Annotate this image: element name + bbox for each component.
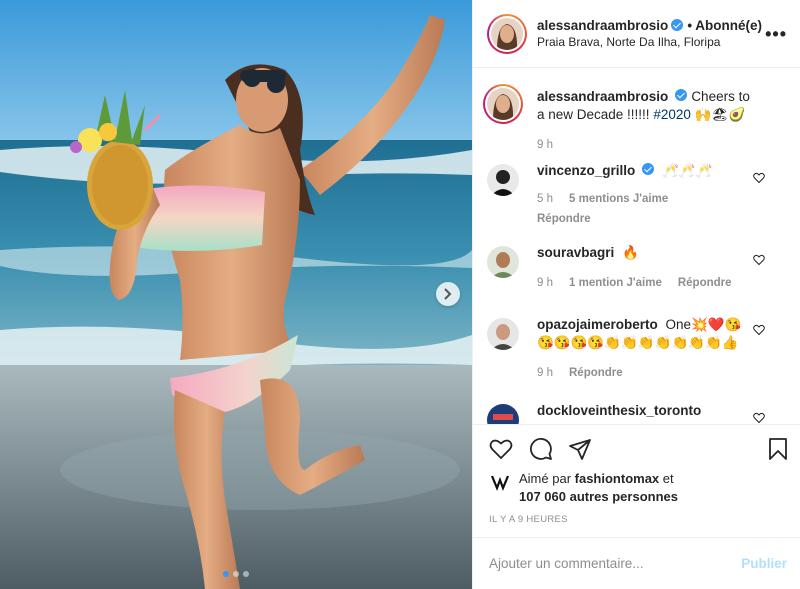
heart-icon[interactable] (753, 172, 765, 184)
liked-by-prefix: Aimé par (519, 471, 575, 486)
instagram-post-view: alessandraambrosio • Abonné(e) Praia Bra… (0, 0, 800, 589)
liked-by-suffix: et (659, 471, 674, 486)
comment-author[interactable]: opazojaimeroberto (537, 317, 658, 332)
comments-list[interactable]: alessandraambrosio Cheers to a new Decade… (473, 82, 800, 424)
comment-author[interactable]: vincenzo_grillo (537, 163, 635, 178)
beach-photo (0, 0, 472, 589)
heart-icon[interactable] (753, 254, 765, 266)
caption-row: alessandraambrosio Cheers to a new Decade… (483, 84, 787, 154)
avatar (487, 88, 519, 120)
reply-button[interactable]: Répondre (569, 364, 623, 382)
verified-icon (675, 89, 688, 101)
more-options-icon[interactable]: ••• (765, 24, 787, 45)
post-photo[interactable] (0, 0, 472, 589)
action-bar (473, 424, 800, 472)
avatar[interactable] (487, 246, 519, 278)
share-icon[interactable] (568, 437, 592, 461)
carousel-dot (233, 571, 239, 577)
carousel-dots (0, 571, 472, 577)
heart-icon[interactable] (753, 412, 765, 424)
heart-icon[interactable] (489, 437, 513, 461)
caption-hashtag[interactable]: #2020 (653, 107, 691, 122)
bookmark-icon[interactable] (767, 437, 789, 461)
caption-time[interactable]: 9 h (537, 136, 553, 154)
verified-icon (642, 163, 655, 175)
caption-emoji: 🙌🏖🥑 (694, 107, 746, 122)
verified-icon (671, 19, 684, 31)
avatar[interactable] (489, 471, 511, 493)
chevron-right-icon (444, 288, 452, 300)
author-username[interactable]: alessandraambrosio (537, 17, 668, 34)
post-side-panel: alessandraambrosio • Abonné(e) Praia Bra… (472, 0, 800, 589)
comment-time[interactable]: 9 h (537, 364, 553, 382)
comment-text: 🔥 (622, 245, 639, 260)
comment-icon[interactable] (529, 437, 553, 461)
comment-row: souravbagri 🔥 9 h 1 mention J'aime Répon… (487, 244, 787, 292)
reply-button[interactable]: Répondre (537, 210, 591, 228)
reply-button[interactable]: Répondre (678, 274, 732, 292)
story-ring[interactable] (487, 13, 527, 54)
comment-row: vincenzo_grillo 🥂🥂🥂 5 h 5 mentions J'aim… (487, 162, 787, 228)
carousel-dot-active (223, 571, 229, 577)
comment-likes[interactable]: 5 mentions J'aime (569, 190, 668, 208)
comment-row: dockloveinthesix_toronto (487, 402, 787, 424)
avatar[interactable] (487, 404, 519, 424)
story-ring[interactable] (483, 84, 523, 124)
carousel-dot (243, 571, 249, 577)
comment-author[interactable]: dockloveinthesix_toronto (537, 403, 701, 418)
publish-button[interactable]: Publier (741, 556, 787, 571)
post-location[interactable]: Praia Brava, Norte Da Ilha, Floripa (537, 34, 762, 51)
comment-text: 🥂🥂🥂 (662, 163, 713, 178)
caption-author[interactable]: alessandraambrosio (537, 89, 668, 104)
comment-time[interactable]: 5 h (537, 190, 553, 208)
avatar (491, 17, 523, 50)
next-photo-button[interactable] (436, 282, 460, 306)
likes-summary: Aimé par fashiontomax et 107 060 autres … (489, 470, 678, 506)
comment-author[interactable]: souravbagri (537, 245, 614, 260)
comment-likes[interactable]: 1 mention J'aime (569, 274, 662, 292)
add-comment-bar: Publier (473, 537, 800, 589)
follow-status[interactable]: • Abonné(e) (687, 17, 762, 34)
comment-row: opazojaimeroberto One💥❤️😘 😘😘😘😘👏👏👏👏👏👏👏👍 9… (487, 316, 787, 382)
comment-time[interactable]: 9 h (537, 274, 553, 292)
avatar[interactable] (487, 164, 519, 196)
liked-by-others[interactable]: 107 060 autres personnes (519, 489, 678, 504)
post-timestamp[interactable]: IL Y A 9 HEURES (489, 514, 568, 525)
avatar[interactable] (487, 318, 519, 350)
comment-input[interactable] (489, 556, 719, 571)
liked-by-user[interactable]: fashiontomax (575, 471, 660, 486)
heart-icon[interactable] (753, 324, 765, 336)
post-header: alessandraambrosio • Abonné(e) Praia Bra… (473, 0, 800, 68)
